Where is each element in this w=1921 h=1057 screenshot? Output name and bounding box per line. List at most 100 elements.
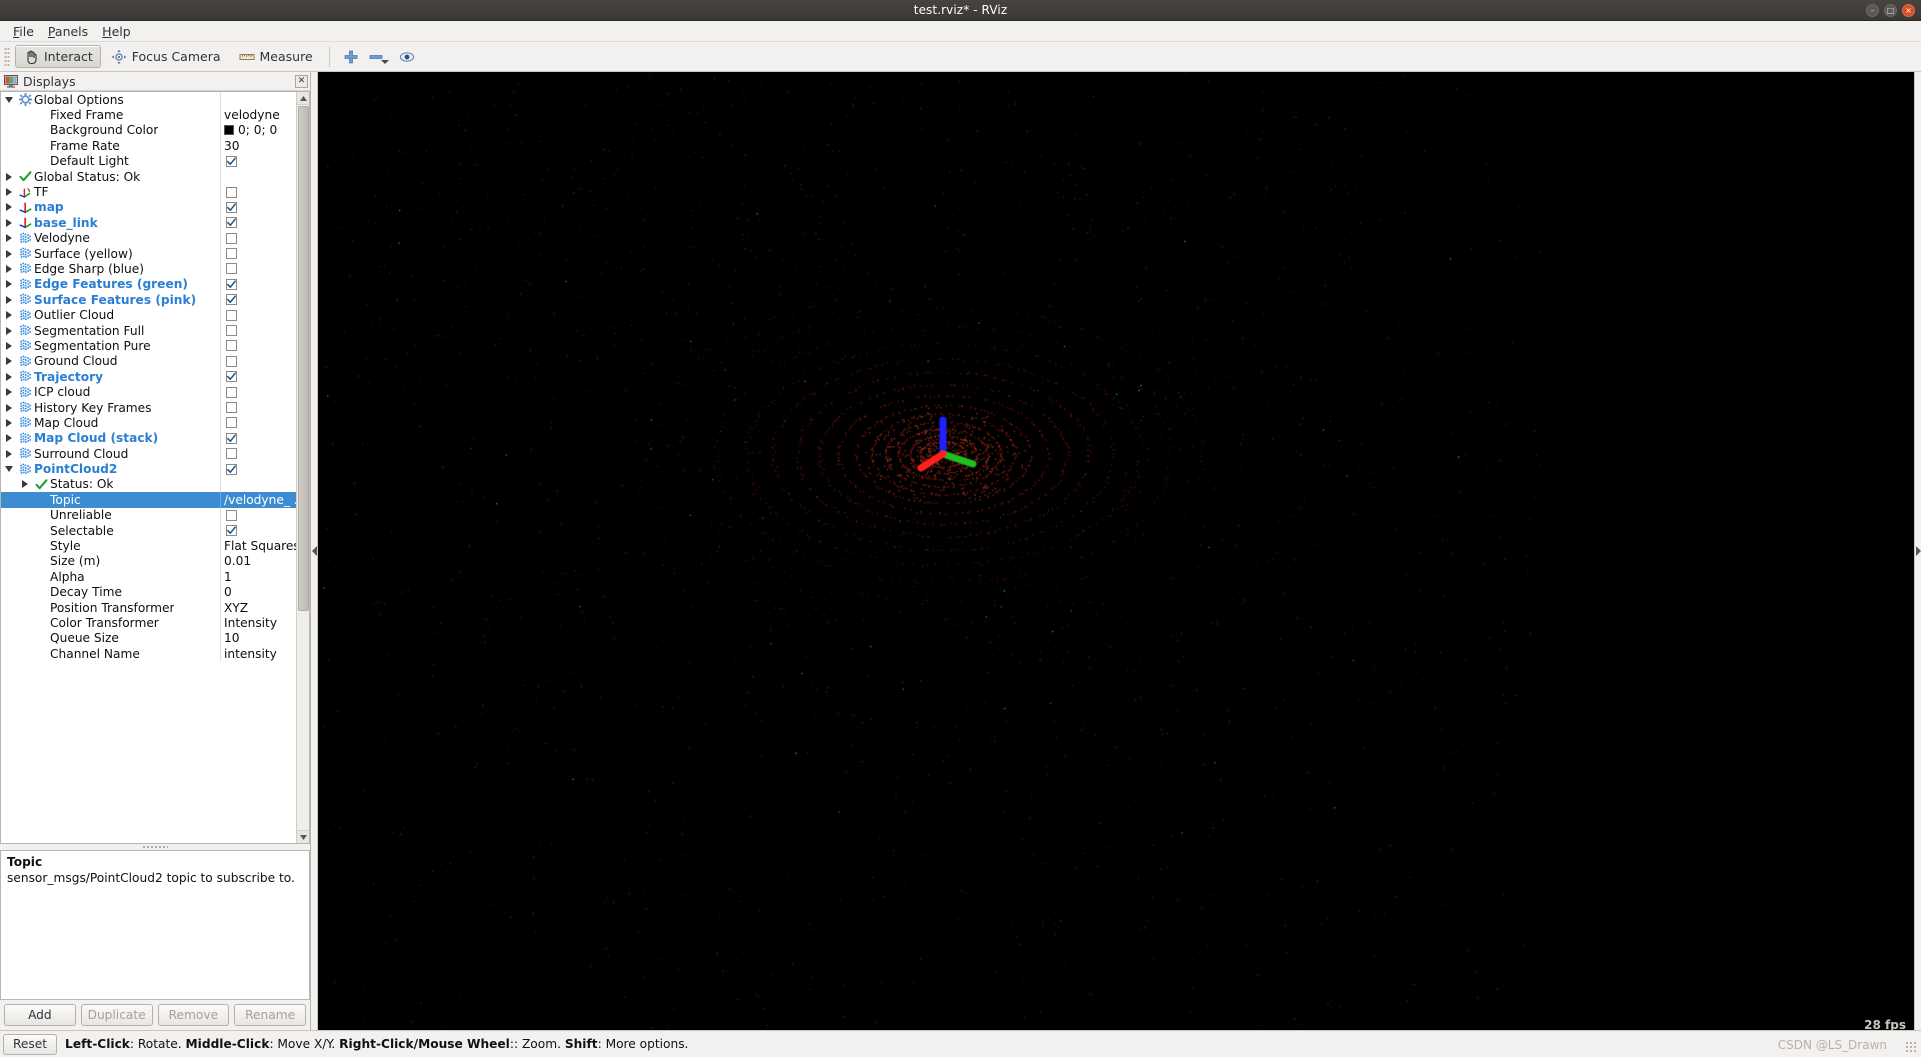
- expand-arrow-icon[interactable]: [1, 295, 16, 304]
- display-row[interactable]: Status: Ok: [1, 476, 296, 493]
- display-row-value[interactable]: 30: [220, 138, 296, 154]
- display-row[interactable]: base_link: [1, 215, 296, 231]
- display-row[interactable]: Selectable: [1, 522, 296, 539]
- left-dock-collapse-handle[interactable]: [311, 72, 318, 1030]
- right-dock-expand-handle[interactable]: [1914, 72, 1921, 1030]
- enable-checkbox[interactable]: [226, 463, 237, 475]
- focus-camera-tool-button[interactable]: Focus Camera: [103, 45, 229, 68]
- display-row[interactable]: Segmentation Full: [1, 322, 296, 339]
- display-row-value[interactable]: [220, 507, 296, 523]
- display-row[interactable]: Style Flat Squares: [1, 538, 296, 554]
- display-row-value[interactable]: [220, 430, 296, 446]
- display-row[interactable]: Channel Name intensity: [1, 646, 296, 662]
- toolbar-grip[interactable]: [4, 46, 10, 67]
- display-row[interactable]: ICP cloud: [1, 384, 296, 400]
- display-row-value[interactable]: [220, 522, 296, 539]
- duplicate-display-button[interactable]: Duplicate: [80, 1003, 153, 1026]
- display-row[interactable]: Global Options: [1, 92, 296, 108]
- display-row[interactable]: map: [1, 199, 296, 216]
- reset-view-button[interactable]: Reset: [3, 1033, 58, 1055]
- enable-checkbox[interactable]: [226, 355, 237, 367]
- display-row[interactable]: Surround Cloud: [1, 445, 296, 462]
- enable-checkbox[interactable]: [226, 217, 237, 229]
- display-row-value[interactable]: 0; 0; 0: [220, 122, 296, 139]
- display-row[interactable]: Outlier Cloud: [1, 307, 296, 323]
- expand-arrow-icon[interactable]: [1, 218, 16, 227]
- expand-arrow-icon[interactable]: [1, 249, 16, 258]
- display-row[interactable]: Queue Size 10: [1, 630, 296, 647]
- expand-arrow-icon[interactable]: [1, 403, 16, 412]
- close-icon[interactable]: ✕: [295, 74, 308, 88]
- expand-arrow-icon[interactable]: [1, 280, 16, 289]
- display-row-value[interactable]: [220, 384, 296, 400]
- menu-help[interactable]: Help: [95, 22, 138, 41]
- enable-checkbox[interactable]: [226, 248, 237, 260]
- display-row-value[interactable]: Flat Squares: [220, 538, 296, 554]
- enable-checkbox[interactable]: [226, 278, 237, 290]
- chevron-down-icon[interactable]: [381, 60, 390, 64]
- display-row[interactable]: Surface (yellow): [1, 245, 296, 262]
- display-row[interactable]: Size (m) 0.01: [1, 553, 296, 570]
- expand-arrow-icon[interactable]: [1, 234, 16, 243]
- display-row[interactable]: Velodyne: [1, 230, 296, 246]
- expand-arrow-icon[interactable]: [1, 341, 16, 350]
- display-row[interactable]: Edge Sharp (blue): [1, 261, 296, 277]
- display-row-value[interactable]: [220, 261, 296, 277]
- display-row-value[interactable]: 10: [220, 630, 296, 647]
- display-row-value[interactable]: [220, 338, 296, 354]
- display-row-value[interactable]: [220, 215, 296, 231]
- minimize-button[interactable]: –: [1866, 4, 1879, 17]
- expand-arrow-icon[interactable]: [1, 434, 16, 443]
- display-row-value[interactable]: [220, 199, 296, 216]
- expand-arrow-icon[interactable]: [1, 388, 16, 397]
- enable-checkbox[interactable]: [226, 340, 237, 352]
- display-row[interactable]: Frame Rate 30: [1, 138, 296, 154]
- display-row-value[interactable]: velodyne: [220, 107, 296, 123]
- display-row[interactable]: Segmentation Pure: [1, 338, 296, 354]
- display-row-value[interactable]: [220, 399, 296, 416]
- enable-checkbox[interactable]: [226, 309, 237, 321]
- display-row[interactable]: History Key Frames: [1, 399, 296, 416]
- display-row-value[interactable]: Intensity: [220, 615, 296, 631]
- enable-checkbox[interactable]: [226, 186, 237, 198]
- displays-tree[interactable]: Global Options Fixed Frame velodyne Backgro…: [1, 92, 296, 843]
- rename-display-button[interactable]: Rename: [234, 1003, 306, 1026]
- enable-checkbox[interactable]: [226, 371, 237, 383]
- display-row-value[interactable]: [220, 307, 296, 323]
- display-row-value[interactable]: XYZ: [220, 599, 296, 616]
- expand-arrow-icon[interactable]: [1, 311, 16, 320]
- display-row-value[interactable]: [220, 353, 296, 370]
- zoom-in-button[interactable]: [338, 45, 364, 68]
- enable-checkbox[interactable]: [226, 525, 237, 537]
- display-row[interactable]: Position Transformer XYZ: [1, 599, 296, 616]
- display-row-value[interactable]: [220, 369, 296, 385]
- expand-arrow-icon[interactable]: [1, 449, 16, 458]
- color-swatch[interactable]: [224, 125, 234, 136]
- display-row-value[interactable]: intensity: [220, 646, 296, 662]
- expand-arrow-icon[interactable]: [1, 203, 16, 212]
- display-row[interactable]: Background Color 0; 0; 0: [1, 122, 296, 139]
- display-row[interactable]: Global Status: Ok: [1, 168, 296, 185]
- enable-checkbox[interactable]: [226, 509, 237, 521]
- display-row[interactable]: TF: [1, 184, 296, 200]
- scrollbar-thumb[interactable]: [298, 106, 309, 611]
- display-row-value[interactable]: [220, 292, 296, 308]
- display-row[interactable]: Trajectory: [1, 369, 296, 385]
- collapse-arrow-icon[interactable]: [1, 96, 16, 103]
- display-row-value[interactable]: [220, 415, 296, 431]
- scroll-down-arrow-icon[interactable]: [296, 830, 309, 843]
- display-row-value[interactable]: 1: [220, 569, 296, 585]
- display-row[interactable]: Decay Time 0: [1, 584, 296, 600]
- expand-arrow-icon[interactable]: [1, 357, 16, 366]
- display-row-value[interactable]: [220, 184, 296, 200]
- display-row-value[interactable]: 0: [220, 584, 296, 600]
- enable-checkbox[interactable]: [226, 325, 237, 337]
- menu-panels[interactable]: Panels: [41, 22, 95, 41]
- display-row-value[interactable]: [220, 153, 296, 169]
- enable-checkbox[interactable]: [226, 448, 237, 460]
- display-row[interactable]: Ground Cloud: [1, 353, 296, 370]
- expand-arrow-icon[interactable]: [1, 326, 16, 335]
- display-row[interactable]: PointCloud2: [1, 461, 296, 477]
- displays-tree-scrollbar[interactable]: [296, 92, 309, 843]
- display-row-value[interactable]: [220, 276, 296, 293]
